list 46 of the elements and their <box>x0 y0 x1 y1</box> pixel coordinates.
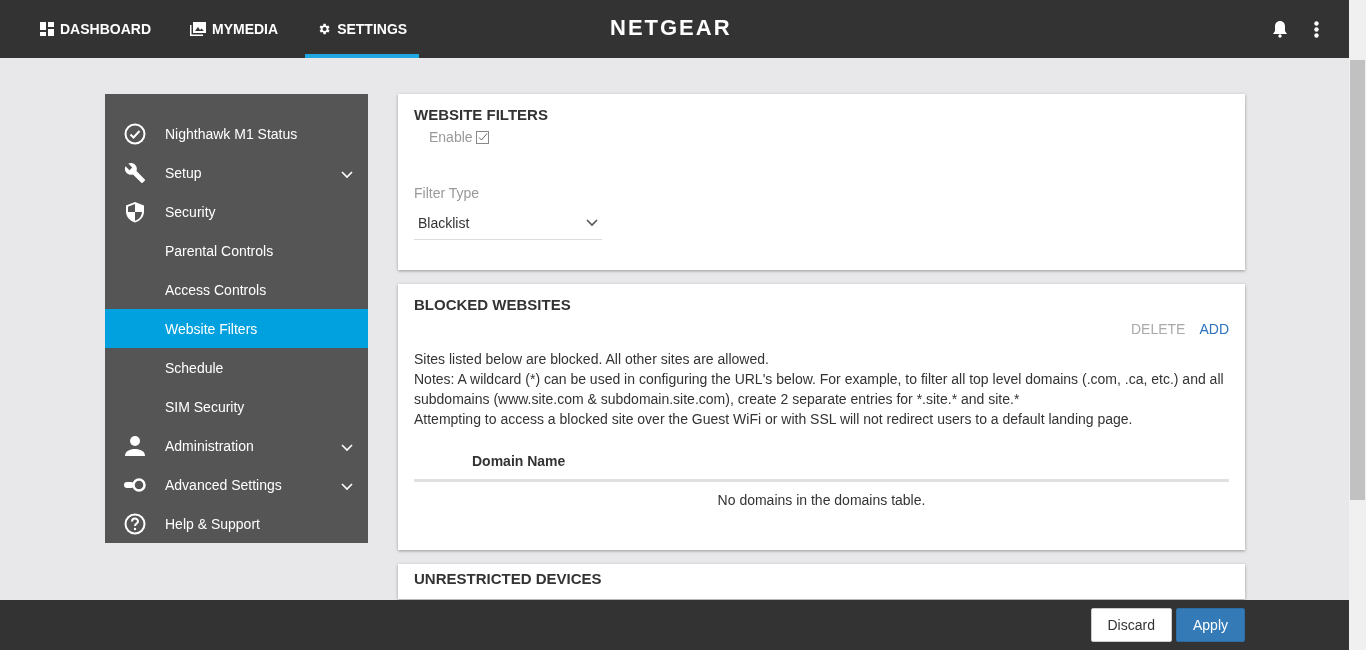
logo: NETGEAR <box>610 15 732 41</box>
apply-button[interactable]: Apply <box>1175 608 1245 642</box>
nav-tab[interactable]: DASHBOARD <box>28 0 163 58</box>
grid-icon <box>40 22 54 36</box>
chevron-down-icon <box>341 443 353 452</box>
photos-icon <box>190 22 206 36</box>
enable-label: Enable <box>429 129 473 145</box>
sidebar-item[interactable]: SIM Security <box>105 387 368 426</box>
sidebar-item[interactable]: Administration <box>105 426 368 465</box>
discard-button[interactable]: Discard <box>1090 608 1172 642</box>
toggle-icon <box>124 477 146 492</box>
nav-tab[interactable]: MYMEDIA <box>178 0 291 58</box>
sidebar-item[interactable]: Setup <box>105 153 368 192</box>
filter-type-dropdown[interactable]: Blacklist <box>414 201 602 240</box>
sidebar-item[interactable]: Access Controls <box>105 270 368 309</box>
chevron-down-icon <box>586 219 598 227</box>
wrench-icon <box>124 161 146 184</box>
more-icon[interactable] <box>1314 20 1319 38</box>
chevron-down-icon <box>341 170 353 179</box>
sidebar-item[interactable]: Help & Support <box>105 504 368 543</box>
section-title: BLOCKED WEBSITES <box>414 296 572 313</box>
section-title: WEBSITE FILTERS <box>414 106 549 123</box>
field-label: Filter Type <box>414 185 481 201</box>
action-link[interactable]: ADD <box>1199 321 1229 337</box>
column-header: Domain Name <box>414 429 1229 482</box>
bell-icon[interactable] <box>1272 20 1288 38</box>
check-circle-icon <box>124 122 146 145</box>
scrollbar[interactable] <box>1349 0 1366 650</box>
enable-checkbox[interactable] <box>475 130 489 144</box>
section-title: UNRESTRICTED DEVICES <box>414 570 603 587</box>
sidebar-item[interactable]: Schedule <box>105 348 368 387</box>
gear-icon <box>317 22 332 36</box>
empty-message: No domains in the domains table. <box>717 492 926 508</box>
note-text: Notes: A wildcard (*) can be used in configuring the URL's below. For example, to filter all top level domains (.com, .ca, etc.) and all subdomains (www.site.com & subdomain.site.com), create 2 separate entries for *.site.* and site.* <box>414 370 1225 409</box>
scrollbar-thumb[interactable] <box>1350 60 1365 500</box>
chevron-down-icon <box>341 482 353 491</box>
note-text: Attempting to access a blocked site over the Guest WiFi or with SSL will not redirect users to a default landing page. <box>414 410 1134 429</box>
shield-icon <box>125 200 145 223</box>
sidebar-item[interactable]: Advanced Settings <box>105 465 368 504</box>
person-icon <box>124 434 146 457</box>
sidebar-item[interactable]: Security <box>105 192 368 231</box>
nav-tab[interactable]: SETTINGS <box>305 0 420 58</box>
sidebar-item[interactable]: Parental Controls <box>105 231 368 270</box>
sidebar-item[interactable]: Nighthawk M1 Status <box>105 114 368 153</box>
note-text: Sites listed below are blocked. All other sites are allowed. <box>414 350 770 369</box>
help-icon <box>124 512 146 535</box>
